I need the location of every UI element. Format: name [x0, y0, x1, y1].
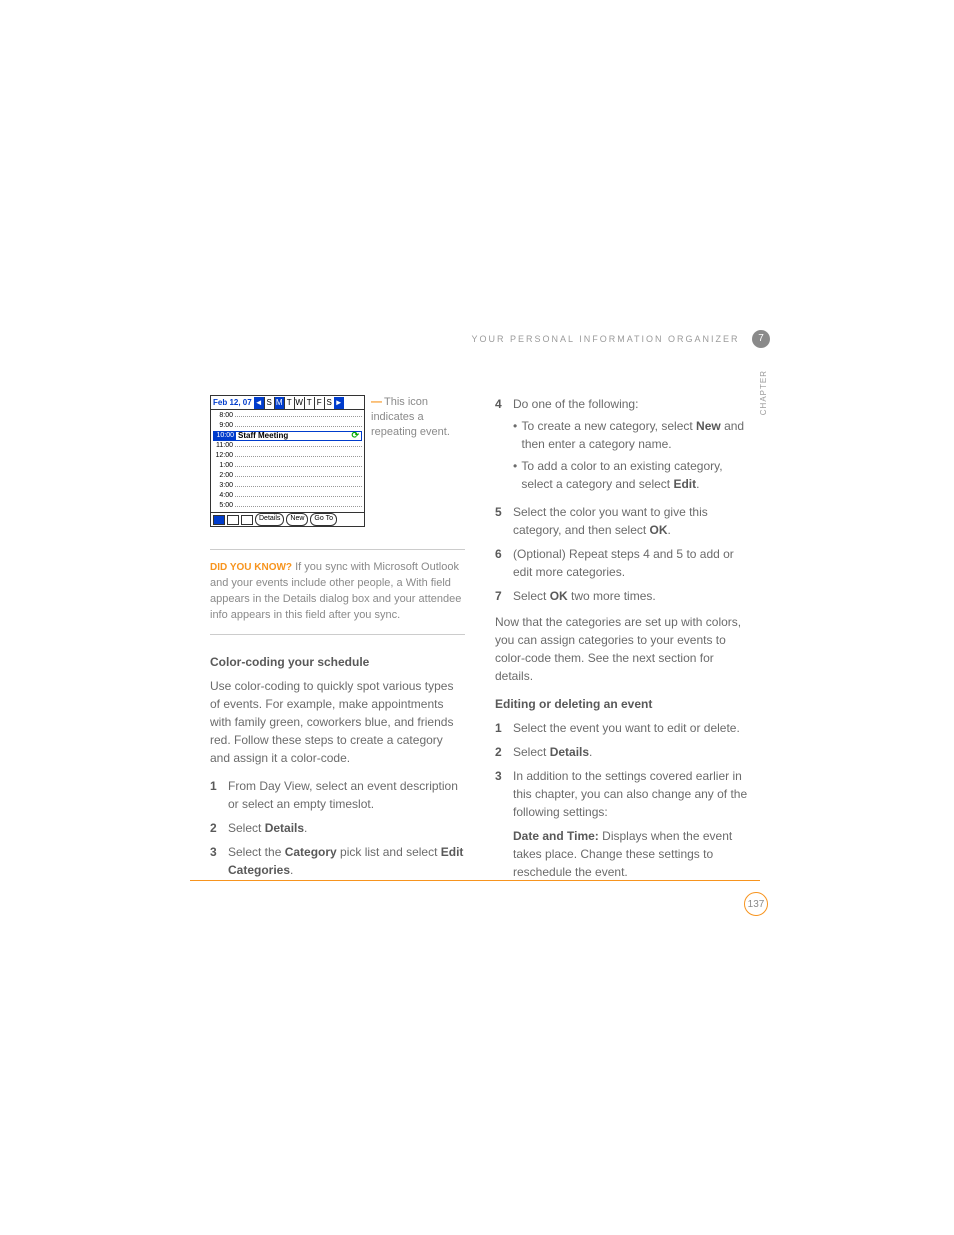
step-item: 4 Do one of the following: •To create a …	[495, 395, 750, 497]
step-item: 6(Optional) Repeat steps 4 and 5 to add …	[495, 545, 750, 581]
day-f: F	[314, 397, 324, 409]
tip-label: DID YOU KNOW?	[210, 562, 292, 573]
time-label: 5:00	[213, 501, 235, 512]
repeat-icon: ⟳	[349, 429, 361, 443]
time-label: 9:00	[213, 421, 235, 432]
day-w: W	[294, 397, 304, 409]
step-item: 1Select the event you want to edit or de…	[495, 719, 750, 737]
step-item: 2Select Details.	[210, 819, 465, 837]
next-arrow-icon: ►	[334, 397, 344, 409]
day-m: M	[274, 397, 284, 409]
subhead-color-coding: Color-coding your schedule	[210, 653, 465, 671]
did-you-know-tip: DID YOU KNOW? If you sync with Microsoft…	[210, 549, 465, 635]
day-s: S	[264, 397, 274, 409]
time-label: 12:00	[213, 451, 235, 462]
time-label: 3:00	[213, 481, 235, 492]
details-button: Details	[255, 513, 284, 526]
step-item: 3 In addition to the settings covered ea…	[495, 767, 750, 881]
subhead-editing: Editing or deleting an event	[495, 695, 750, 713]
time-label: 1:00	[213, 461, 235, 472]
day-s2: S	[324, 397, 334, 409]
step-item: 5Select the color you want to give this …	[495, 503, 750, 539]
time-label: 8:00	[213, 411, 235, 422]
view-icon	[227, 515, 239, 525]
view-icon	[213, 515, 225, 525]
footer-rule	[190, 880, 760, 881]
step-item: 3Select the Category pick list and selec…	[210, 843, 465, 879]
day-t: T	[284, 397, 294, 409]
view-icon	[241, 515, 253, 525]
callout-text: —This icon indicates a repeating event.	[371, 395, 451, 440]
step-item: 1From Day View, select an event descript…	[210, 777, 465, 813]
new-button: New	[286, 513, 308, 526]
paragraph: Now that the categories are set up with …	[495, 613, 750, 685]
page-number: 137	[744, 892, 768, 916]
time-label: 2:00	[213, 471, 235, 482]
prev-arrow-icon: ◄	[254, 397, 264, 409]
goto-button: Go To	[310, 513, 337, 526]
step-item: 7Select OK two more times.	[495, 587, 750, 605]
day-t2: T	[304, 397, 314, 409]
time-label: 11:00	[213, 441, 235, 452]
time-label: 10:00	[214, 431, 236, 442]
time-label: 4:00	[213, 491, 235, 502]
event-title: Staff Meeting	[236, 430, 288, 442]
step-item: 2Select Details.	[495, 743, 750, 761]
calendar-screenshot: Feb 12, 07 ◄ S M T W T F S ► 8:00 9:00	[210, 395, 365, 527]
paragraph: Use color-coding to quickly spot various…	[210, 677, 465, 767]
screenshot-date: Feb 12, 07	[211, 397, 254, 409]
